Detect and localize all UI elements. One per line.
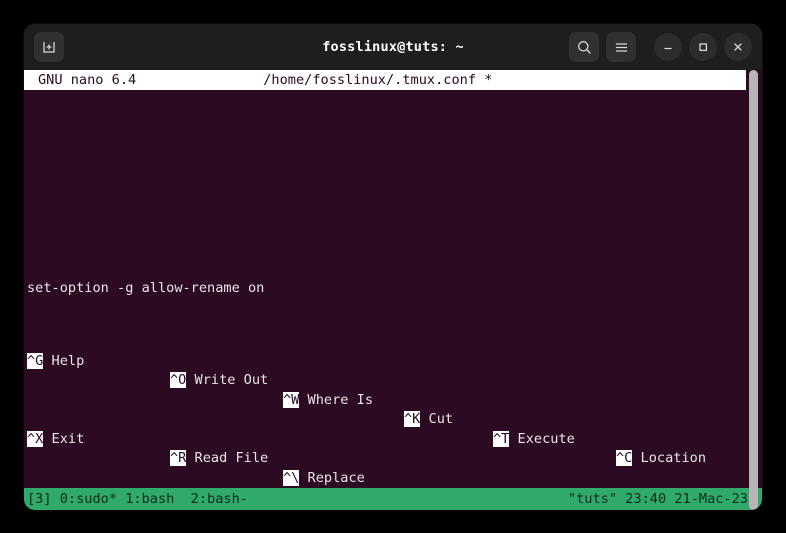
nano-shortcut-row-2: ^X Exit ^R Read File ^\ Replace ^U Paste… bbox=[24, 410, 746, 510]
nano-version-label: GNU nano 6.4 bbox=[38, 72, 137, 88]
maximize-button[interactable] bbox=[689, 33, 717, 61]
nano-header-bar: GNU nano 6.4/home/fosslinux/.tmux.conf * bbox=[24, 70, 746, 90]
tmux-session-info: "tuts" 23:40 21-Mac-23 bbox=[567, 491, 748, 507]
search-button[interactable] bbox=[569, 32, 599, 62]
terminal-scrollbar[interactable] bbox=[749, 70, 758, 510]
shortcut-where-is[interactable]: ^W Where Is bbox=[283, 391, 373, 411]
shortcut-help[interactable]: ^G Help bbox=[27, 352, 84, 372]
shortcut-exit[interactable]: ^X Exit bbox=[27, 430, 84, 450]
nano-file-path: /home/fosslinux/.tmux.conf * bbox=[263, 72, 493, 88]
shortcut-replace[interactable]: ^\ Replace bbox=[283, 469, 365, 489]
menu-button[interactable] bbox=[606, 32, 636, 62]
terminal-body[interactable]: GNU nano 6.4/home/fosslinux/.tmux.conf *… bbox=[24, 70, 762, 510]
shortcut-execute[interactable]: ^T Execute bbox=[493, 430, 575, 450]
terminal-window: fosslinux@tuts: ~ GNU nano 6.4 /home/fos… bbox=[24, 24, 762, 510]
hamburger-menu-icon bbox=[613, 39, 630, 56]
maximize-icon bbox=[696, 40, 710, 54]
minimize-button[interactable] bbox=[654, 33, 682, 61]
close-button[interactable] bbox=[724, 33, 752, 61]
nano-editor-screen: GNU nano 6.4/home/fosslinux/.tmux.conf *… bbox=[24, 70, 762, 510]
tmux-window-list[interactable]: [3] 0:sudo* 1:bash 2:bash- bbox=[27, 488, 248, 510]
titlebar-right-group bbox=[569, 32, 752, 62]
shortcut-write-out[interactable]: ^O Write Out bbox=[170, 371, 268, 391]
nano-shortcut-bar: ^G Help ^O Write Out ^W Where Is ^K Cut … bbox=[24, 274, 746, 510]
tmux-status-bar: [3] 0:sudo* 1:bash 2:bash- "tuts" 23:40 … bbox=[24, 488, 762, 510]
close-icon bbox=[731, 40, 745, 54]
titlebar-left-group bbox=[34, 32, 64, 62]
search-icon bbox=[576, 39, 593, 56]
scrollbar-thumb[interactable] bbox=[749, 70, 758, 510]
minimize-icon bbox=[661, 40, 675, 54]
new-tab-icon bbox=[41, 39, 57, 55]
new-tab-button[interactable] bbox=[34, 32, 64, 62]
nano-shortcut-row-1: ^G Help ^O Write Out ^W Where Is ^K Cut … bbox=[24, 332, 746, 466]
shortcut-location[interactable]: ^C Location bbox=[616, 449, 706, 469]
window-titlebar: fosslinux@tuts: ~ bbox=[24, 24, 762, 70]
shortcut-read-file[interactable]: ^R Read File bbox=[170, 449, 268, 469]
